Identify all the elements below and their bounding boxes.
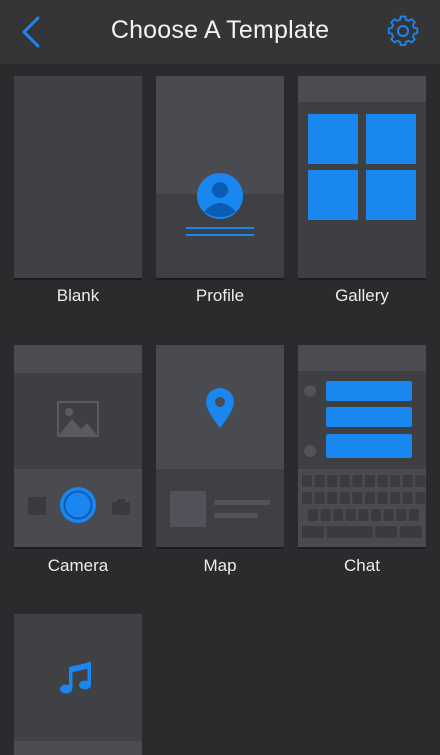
template-label-map: Map bbox=[203, 556, 237, 575]
chat-bubble bbox=[326, 381, 412, 401]
keyboard-keys bbox=[302, 475, 426, 538]
page-title: Choose A Template bbox=[110, 16, 330, 44]
keyboard-key bbox=[396, 509, 407, 521]
map-thumbnail bbox=[170, 491, 206, 527]
music-note-icon bbox=[60, 662, 91, 694]
keyboard-key bbox=[375, 526, 398, 538]
keyboard-key bbox=[333, 509, 344, 521]
keyboard-key bbox=[402, 475, 413, 487]
keyboard-key bbox=[327, 492, 338, 504]
keyboard-key bbox=[408, 509, 419, 521]
gallery-header-band bbox=[298, 76, 426, 102]
keyboard-key bbox=[327, 475, 338, 487]
chat-bubble bbox=[326, 407, 412, 427]
profile-line-1 bbox=[186, 227, 254, 229]
template-label-gallery: Gallery bbox=[335, 286, 389, 305]
gallery-image bbox=[308, 114, 358, 164]
keyboard-key bbox=[352, 492, 363, 504]
template-blank[interactable] bbox=[14, 76, 142, 278]
keyboard-key bbox=[314, 475, 325, 487]
keyboard-key bbox=[345, 509, 356, 521]
chat-header-band bbox=[298, 345, 426, 371]
keyboard-key bbox=[302, 526, 324, 538]
keyboard-key bbox=[415, 492, 426, 504]
user-avatar-icon bbox=[197, 173, 243, 219]
keyboard-key bbox=[314, 492, 325, 504]
gear-icon bbox=[387, 15, 419, 46]
keyboard-key bbox=[302, 492, 312, 504]
template-label-blank: Blank bbox=[56, 286, 100, 305]
keyboard-key bbox=[320, 509, 331, 521]
template-label-camera: Camera bbox=[47, 556, 109, 575]
keyboard-key bbox=[365, 492, 375, 504]
gallery-image bbox=[366, 170, 416, 220]
image-placeholder-icon bbox=[57, 401, 99, 437]
music-footer-band bbox=[14, 741, 142, 755]
map-text-line bbox=[214, 513, 258, 518]
shutter-icon bbox=[60, 487, 96, 523]
keyboard-key bbox=[377, 475, 388, 487]
keyboard-key bbox=[339, 475, 350, 487]
keyboard-key bbox=[415, 475, 426, 487]
template-profile[interactable] bbox=[156, 76, 284, 278]
gallery-image bbox=[308, 170, 358, 220]
keyboard-key bbox=[339, 492, 350, 504]
blank-preview bbox=[14, 76, 142, 278]
keyboard-key bbox=[358, 509, 369, 521]
keyboard-key bbox=[390, 492, 401, 504]
camera-header-band bbox=[14, 345, 142, 373]
gallery-image bbox=[366, 114, 416, 164]
chat-bubble bbox=[326, 434, 412, 458]
keyboard-key bbox=[371, 509, 381, 521]
keyboard-key bbox=[352, 475, 363, 487]
keyboard-key bbox=[365, 475, 375, 487]
keyboard-key bbox=[402, 492, 413, 504]
keyboard-key bbox=[399, 526, 422, 538]
template-label-chat: Chat bbox=[344, 556, 380, 575]
switch-camera-icon bbox=[112, 499, 130, 515]
keyboard-key bbox=[308, 509, 318, 521]
map-text-line bbox=[214, 500, 270, 505]
template-label-profile: Profile bbox=[195, 286, 245, 305]
keyboard-key bbox=[326, 526, 373, 538]
keyboard-key bbox=[390, 475, 401, 487]
keyboard-key bbox=[302, 475, 312, 487]
template-map[interactable] bbox=[156, 345, 284, 547]
chat-avatar bbox=[304, 385, 316, 397]
map-pin-icon bbox=[206, 388, 234, 428]
nav-bar: Choose A Template bbox=[0, 0, 440, 64]
keyboard-key bbox=[383, 509, 394, 521]
settings-button[interactable] bbox=[384, 12, 422, 50]
camera-gallery-thumb bbox=[28, 497, 46, 515]
template-chat[interactable] bbox=[298, 345, 426, 547]
chat-avatar bbox=[304, 445, 316, 457]
keyboard-key bbox=[377, 492, 388, 504]
template-gallery[interactable] bbox=[298, 76, 426, 278]
profile-line-2 bbox=[186, 234, 254, 236]
template-camera[interactable] bbox=[14, 345, 142, 547]
template-music[interactable] bbox=[14, 614, 142, 755]
